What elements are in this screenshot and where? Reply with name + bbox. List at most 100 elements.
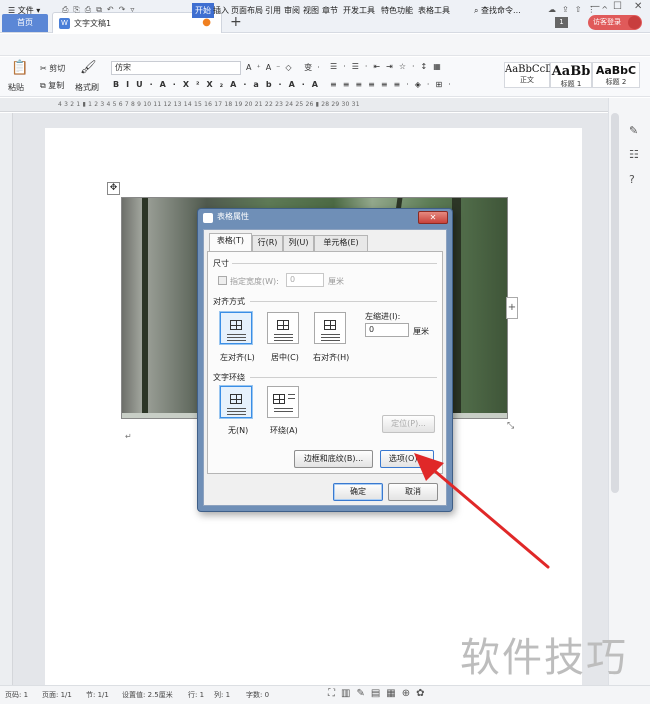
help-icon[interactable]: ? — [629, 173, 635, 186]
search-command[interactable]: ⌕ 查找命令... — [474, 5, 521, 16]
tab-table[interactable]: 表格(T) — [209, 233, 252, 251]
status-pages[interactable]: 页面: 1/1 — [42, 690, 72, 700]
font-size-controls[interactable]: A⁺A⁻◇ 变· — [246, 62, 325, 73]
style-heading-2[interactable]: AaBbC 标题 2 — [592, 62, 640, 88]
menu-tab-home[interactable]: 开始 — [192, 3, 214, 18]
borders-shading-button[interactable]: 边框和底纹(B)... — [294, 450, 373, 468]
left-indent-input[interactable]: 0 — [365, 323, 409, 337]
wrap-around-label: 环绕(A) — [270, 426, 298, 435]
writer-doc-icon: W — [59, 18, 70, 29]
page-count-badge: 1 — [555, 17, 568, 28]
ok-button[interactable]: 确定 — [333, 483, 383, 501]
align-left-icon[interactable] — [220, 312, 252, 344]
maximize-button[interactable]: ☐ — [613, 1, 622, 12]
style-normal[interactable]: AaBbCcDd 正文 — [504, 62, 560, 88]
size-section-title: 尺寸 — [213, 259, 229, 268]
divider — [250, 301, 437, 302]
menu-tab-developer[interactable]: 开发工具 — [343, 5, 375, 16]
watermark-text: 软件技巧 — [460, 635, 628, 681]
annotation-arrow-icon — [414, 453, 550, 569]
unsaved-dot-icon: ● — [202, 17, 211, 28]
menu-tab-features[interactable]: 特色功能 — [381, 5, 413, 16]
status-page[interactable]: 页码: 1 — [5, 690, 28, 700]
tab-home[interactable]: 首页 — [2, 14, 48, 32]
dialog-close-button[interactable]: ✕ — [418, 211, 448, 224]
status-setting[interactable]: 设置值: 2.5厘米 — [122, 690, 173, 700]
specify-width-label: 指定宽度(W): — [230, 277, 279, 286]
vertical-ruler[interactable] — [0, 113, 13, 685]
style-heading-1-sample: AaBb — [551, 64, 591, 79]
menu-tab-review[interactable]: 审阅 — [284, 5, 300, 16]
tab-column[interactable]: 列(U) — [283, 235, 314, 251]
wrap-section-title: 文字环绕 — [213, 373, 245, 382]
menu-tab-references[interactable]: 引用 — [265, 5, 281, 16]
left-indent-label: 左缩进(I): — [365, 312, 401, 321]
menu-tab-table-tools[interactable]: 表格工具 — [418, 5, 450, 16]
view-mode-icons[interactable]: ⛶▥✎▤▦⊕✿ — [328, 688, 430, 699]
cut-label: 剪切 — [49, 64, 66, 73]
style-normal-sample: AaBbCcDd — [505, 64, 560, 75]
cloud-share-icons[interactable]: ☁⇪⇧⋮^ — [548, 5, 614, 14]
menu-tab-insert[interactable]: 插入 — [213, 5, 229, 16]
status-col[interactable]: 列: 1 — [214, 690, 230, 700]
width-unit-select[interactable]: 厘米 — [328, 276, 344, 287]
paragraph-align-buttons[interactable]: ≡≡≡≡≡≡·◈·⊞· — [330, 80, 457, 89]
style-normal-label: 正文 — [520, 76, 534, 84]
tab-document-label: 文字文稿1 — [74, 19, 112, 28]
settings-sliders-icon[interactable]: ☷ — [629, 148, 639, 161]
edit-pen-icon[interactable]: ✎ — [629, 124, 638, 137]
align-section-title: 对齐方式 — [213, 297, 245, 306]
style-heading-1[interactable]: AaBb 标题 1 — [550, 62, 592, 88]
quick-access-icons[interactable]: ⎙⎘⎙⧉↶↷▿ — [62, 5, 139, 15]
visitor-login-button[interactable]: 访客登录 — [588, 15, 642, 30]
table-resize-icon[interactable]: ⤡ — [507, 421, 519, 433]
style-heading-2-sample: AaBbC — [595, 64, 637, 77]
specify-width-checkbox[interactable] — [218, 276, 227, 285]
copy-button[interactable]: ⧉ 复制 — [40, 80, 64, 91]
font-format-buttons[interactable]: BIU·A·X²X₂A·ab·A·A — [113, 80, 325, 89]
font-name-select[interactable]: 仿宋 — [111, 61, 241, 75]
wrap-none-label: 无(N) — [228, 426, 249, 435]
scissors-icon: ✂ — [40, 64, 47, 73]
tree-trunk — [452, 198, 461, 418]
close-window-button[interactable]: ✕ — [634, 1, 642, 12]
tab-row[interactable]: 行(R) — [252, 235, 283, 251]
add-column-button[interactable]: + — [506, 297, 518, 319]
format-painter-button[interactable]: 格式刷 — [75, 82, 99, 93]
dialog-title: 表格属性 — [217, 212, 249, 221]
search-command-label: 查找命令... — [481, 6, 521, 15]
paste-button[interactable]: 粘贴 — [8, 82, 24, 93]
divider — [232, 263, 437, 264]
width-input[interactable]: 0 — [286, 273, 324, 287]
align-right-icon[interactable] — [314, 312, 346, 344]
copy-icon: ⧉ — [40, 81, 46, 90]
status-section[interactable]: 节: 1/1 — [86, 690, 109, 700]
align-right-label: 右对齐(H) — [313, 353, 350, 362]
wrap-around-icon[interactable] — [267, 386, 299, 418]
tree-trunk — [142, 198, 148, 418]
paste-icon[interactable]: 📋 — [11, 60, 28, 76]
status-row[interactable]: 行: 1 — [188, 690, 204, 700]
menu-file[interactable]: ☰ 文件 ▾ — [8, 5, 40, 16]
menu-tab-chapter[interactable]: 章节 — [322, 5, 338, 16]
tab-cell[interactable]: 单元格(E) — [314, 235, 368, 251]
new-tab-button[interactable]: + — [230, 14, 242, 30]
paragraph-list-buttons[interactable]: ☰·☰·⇤⇥☆·↕▦ — [330, 62, 447, 71]
cut-button[interactable]: ✂ 剪切 — [40, 63, 65, 74]
format-painter-icon[interactable]: 🖌 — [80, 60, 97, 75]
indent-unit-select[interactable]: 厘米 — [413, 326, 429, 337]
copy-label: 复制 — [48, 81, 65, 90]
menu-bar — [0, 34, 650, 56]
avatar-icon — [628, 16, 641, 29]
wrap-none-icon[interactable] — [220, 386, 252, 418]
vertical-scrollbar[interactable] — [611, 113, 619, 493]
search-icon: ⌕ — [474, 6, 479, 15]
table-move-handle-icon[interactable]: ✥ — [107, 182, 120, 195]
menu-tab-layout[interactable]: 页面布局 — [231, 5, 263, 16]
position-button[interactable]: 定位(P)... — [382, 415, 435, 433]
menu-tab-view[interactable]: 视图 — [303, 5, 319, 16]
align-center-icon[interactable] — [267, 312, 299, 344]
ruler-numbers: 4 3 2 1 ▮ 1 2 3 4 5 6 7 8 9 10 11 12 13 … — [58, 101, 360, 108]
status-words[interactable]: 字数: 0 — [246, 690, 269, 700]
align-left-label: 左对齐(L) — [220, 353, 255, 362]
